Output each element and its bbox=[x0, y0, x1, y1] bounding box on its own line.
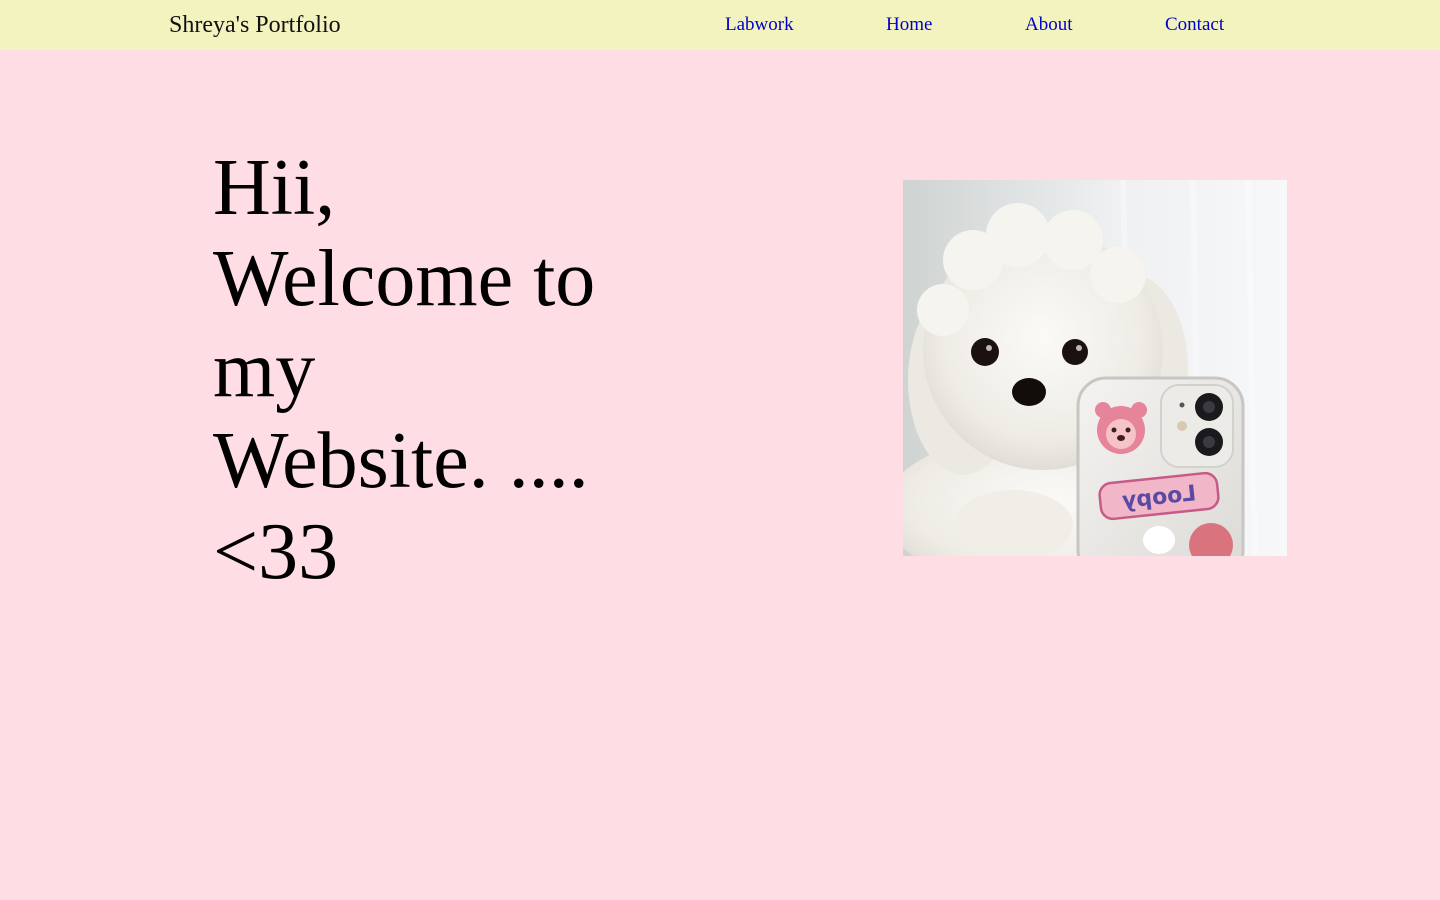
hero-line-2: Welcome to bbox=[213, 235, 596, 323]
hero-line-1: Hii, bbox=[213, 144, 336, 232]
hero-line-4: Website. .... bbox=[213, 417, 589, 505]
hero-line-5: <33 bbox=[213, 508, 339, 596]
site-brand[interactable]: Shreya's Portfolio bbox=[169, 10, 341, 40]
hero-greeting: Hii, Welcome to my Website. .... <33 bbox=[213, 143, 653, 598]
puppy-photo-illustration: Loopy bbox=[903, 180, 1287, 556]
nav-link-labwork[interactable]: Labwork bbox=[725, 12, 794, 38]
nav-link-about[interactable]: About bbox=[1025, 12, 1073, 38]
top-navbar: Shreya's Portfolio Labwork Home About Co… bbox=[0, 0, 1440, 50]
nav-link-home[interactable]: Home bbox=[886, 12, 932, 38]
nav-link-contact[interactable]: Contact bbox=[1165, 12, 1224, 38]
hero-line-3: my bbox=[213, 326, 316, 414]
puppy-photo: Loopy bbox=[903, 180, 1287, 556]
